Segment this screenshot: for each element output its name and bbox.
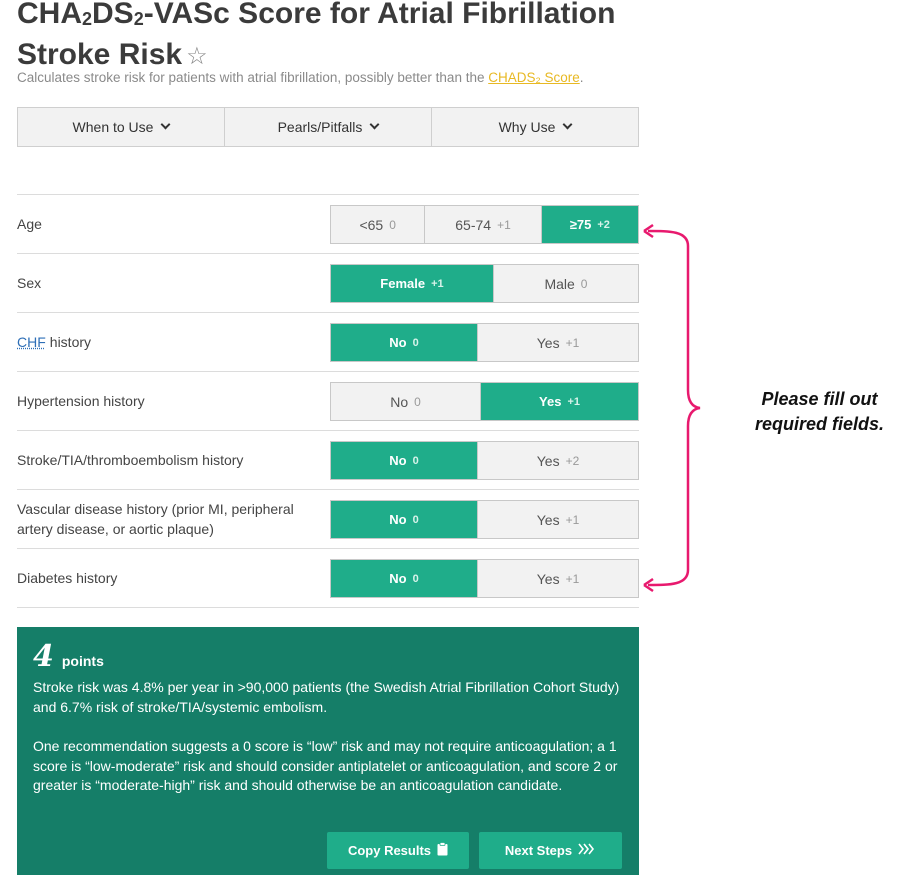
copy-results-button[interactable]: Copy Results (327, 832, 469, 869)
diabetes-selector: No 0 Yes +1 (330, 559, 639, 598)
sex-option-male[interactable]: Male 0 (494, 265, 638, 302)
required-fields-note: Please fill out required fields. (754, 389, 885, 434)
row-vascular-disease: Vascular disease history (prior MI, peri… (17, 490, 639, 549)
age-option-65-74[interactable]: 65-74 +1 (425, 206, 542, 243)
chf-label: CHF history (17, 332, 92, 352)
chevron-down-icon (369, 119, 380, 130)
sex-label: Sex (17, 275, 42, 291)
row-chf: CHF history No 0 Yes +1 (17, 313, 639, 372)
clipboard-icon (437, 842, 448, 859)
chf-selector: No 0 Yes +1 (330, 323, 639, 362)
triple-chevron-right-icon (578, 843, 596, 858)
score-value: 4 (33, 639, 54, 674)
row-diabetes: Diabetes history No 0 Yes +1 (17, 549, 639, 608)
row-hypertension: Hypertension history No 0 Yes +1 (17, 372, 639, 431)
chevron-down-icon (161, 119, 171, 130)
info-tabs: When to Use Pearls/Pitfalls Why Use (17, 107, 639, 147)
stroke-tia-option-yes[interactable]: Yes +2 (478, 442, 638, 479)
hypertension-option-no[interactable]: No 0 (331, 383, 482, 420)
row-sex: Sex Female +1 Male 0 (17, 254, 639, 313)
vascular-disease-selector: No 0 Yes +1 (330, 500, 639, 539)
page-title: CHA2DS2-VASc Score for Atrial Fibrillati… (17, 0, 616, 71)
row-stroke-tia: Stroke/TIA/thromboembolism history No 0 Y… (17, 431, 639, 490)
required-fields-bracket (643, 223, 701, 593)
score-line: 4 points (33, 639, 623, 674)
result-interpretation: Stroke risk was 4.8% per year in >90,000… (33, 679, 620, 715)
tab-why-use[interactable]: Why Use (432, 108, 638, 146)
age-label: Age (17, 216, 42, 232)
vascular-disease-label: Vascular disease history (prior MI, peri… (17, 501, 294, 537)
calculator-form: Age <65 0 65-74 +1 ≥75 +2 Sex Female +1 Male… (17, 194, 639, 608)
tab-when-to-use[interactable]: When to Use (18, 108, 225, 146)
age-option-75-plus[interactable]: ≥75 +2 (541, 206, 639, 243)
diabetes-option-yes[interactable]: Yes +1 (478, 560, 638, 597)
row-age: Age <65 0 65-74 +1 ≥75 +2 (17, 195, 639, 254)
result-recommendation: One recommendation suggests a 0 score is… (33, 738, 618, 793)
chads2-score-link[interactable]: CHADS₂ Score (488, 70, 580, 85)
next-steps-button[interactable]: Next Steps (479, 832, 622, 869)
hypertension-selector: No 0 Yes +1 (330, 382, 639, 421)
age-option-under-65[interactable]: <65 0 (331, 206, 426, 243)
score-unit: points (61, 653, 104, 669)
diabetes-option-no[interactable]: No 0 (331, 560, 479, 597)
chf-option-yes[interactable]: Yes +1 (478, 324, 638, 361)
sex-selector: Female +1 Male 0 (330, 264, 639, 303)
vascular-disease-option-no[interactable]: No 0 (331, 501, 479, 538)
stroke-tia-label: Stroke/TIA/thromboembolism history (17, 452, 244, 468)
stroke-tia-option-no[interactable]: No 0 (331, 442, 479, 479)
stroke-tia-selector: No 0 Yes +2 (330, 441, 639, 480)
page-subtitle: Calculates stroke risk for patients with… (17, 70, 584, 85)
age-selector: <65 0 65-74 +1 ≥75 +2 (330, 205, 639, 244)
sex-option-female[interactable]: Female +1 (331, 265, 494, 302)
hypertension-option-yes[interactable]: Yes +1 (481, 383, 638, 420)
chf-option-no[interactable]: No 0 (331, 324, 479, 361)
tab-pearls-pitfalls[interactable]: Pearls/Pitfalls (225, 108, 432, 146)
hypertension-label: Hypertension history (17, 393, 145, 409)
favorite-star-icon[interactable]: ☆ (186, 43, 208, 70)
chevron-down-icon (562, 119, 573, 130)
result-panel: 4 points Stroke risk was 4.8% per year i… (17, 627, 639, 875)
vascular-disease-option-yes[interactable]: Yes +1 (478, 501, 638, 538)
chf-abbreviation[interactable]: CHF (17, 332, 46, 352)
diabetes-label: Diabetes history (17, 570, 118, 586)
